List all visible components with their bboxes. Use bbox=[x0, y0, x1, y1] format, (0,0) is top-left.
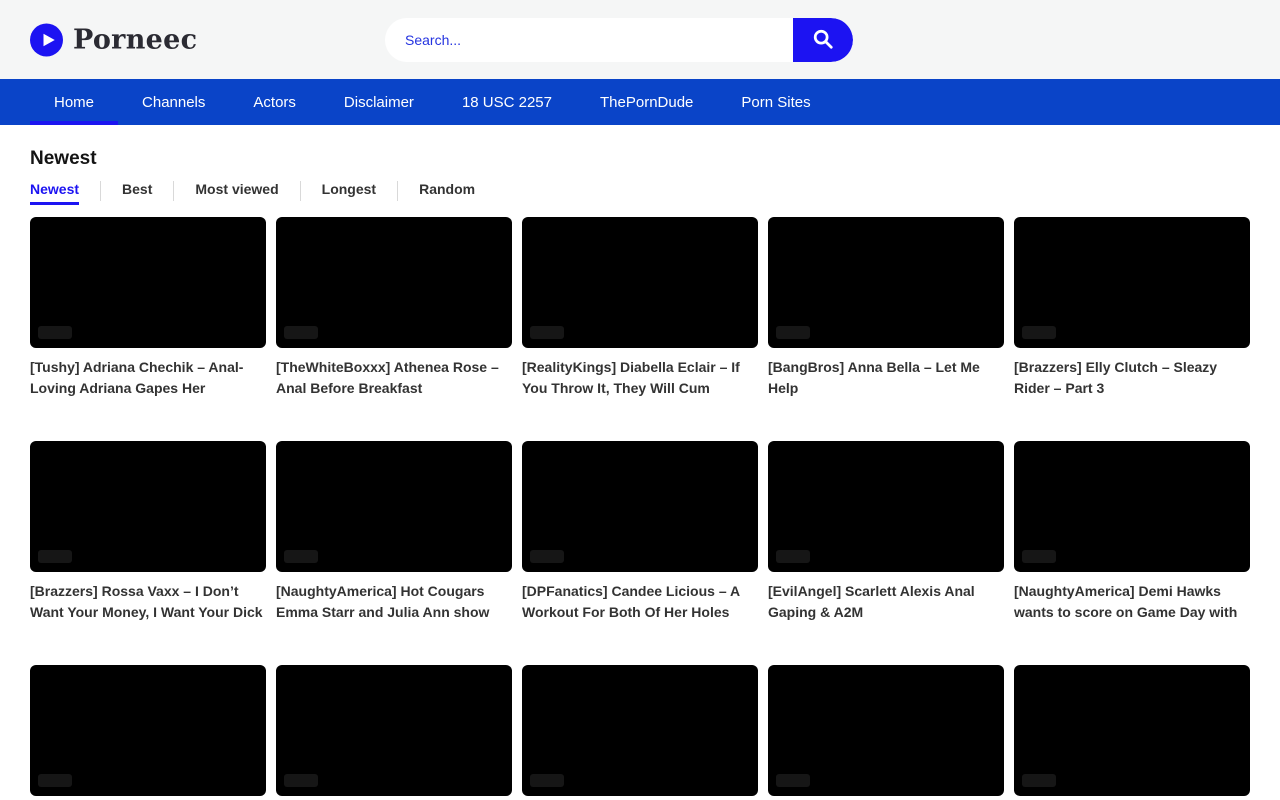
video-thumbnail[interactable] bbox=[30, 665, 266, 796]
video-title[interactable]: [BangBros] Anna Bella – Let Me Help bbox=[768, 357, 1004, 399]
tab-divider bbox=[300, 181, 301, 201]
search-input[interactable] bbox=[385, 18, 793, 62]
video-thumbnail[interactable] bbox=[768, 217, 1004, 348]
video-title[interactable]: [NaughtyAmerica] Demi Hawks wants to sco… bbox=[1014, 581, 1250, 623]
duration-badge bbox=[38, 550, 72, 563]
duration-badge bbox=[530, 774, 564, 787]
duration-badge bbox=[776, 550, 810, 563]
video-card[interactable]: [BangBros] Anna Bella – Let Me Help bbox=[768, 217, 1004, 399]
video-thumbnail[interactable] bbox=[276, 441, 512, 572]
duration-badge bbox=[284, 774, 318, 787]
video-card[interactable] bbox=[276, 665, 512, 800]
brand-logo[interactable]: Porneec bbox=[30, 23, 197, 56]
video-thumbnail[interactable] bbox=[1014, 441, 1250, 572]
video-title[interactable]: [RealityKings] Diabella Eclair – If You … bbox=[522, 357, 758, 399]
site-header: Porneec bbox=[0, 0, 1280, 79]
video-thumbnail[interactable] bbox=[522, 665, 758, 796]
tab-most-viewed[interactable]: Most viewed bbox=[195, 181, 278, 205]
video-thumbnail[interactable] bbox=[1014, 665, 1250, 796]
video-title[interactable]: [Tushy] Adriana Chechik – Anal-Loving Ad… bbox=[30, 357, 266, 399]
duration-badge bbox=[38, 774, 72, 787]
duration-badge bbox=[776, 774, 810, 787]
nav-item-disclaimer[interactable]: Disclaimer bbox=[320, 79, 438, 125]
video-card[interactable] bbox=[522, 665, 758, 800]
video-card[interactable]: [DPFanatics] Candee Licious – A Workout … bbox=[522, 441, 758, 623]
tab-longest[interactable]: Longest bbox=[322, 181, 376, 205]
video-card[interactable] bbox=[1014, 665, 1250, 800]
video-title[interactable]: [NaughtyAmerica] Hot Cougars Emma Starr … bbox=[276, 581, 512, 623]
play-icon bbox=[30, 23, 63, 56]
video-title[interactable]: [DPFanatics] Candee Licious – A Workout … bbox=[522, 581, 758, 623]
main-content: Newest Newest Best Most viewed Longest R… bbox=[0, 125, 1280, 800]
nav-item-channels[interactable]: Channels bbox=[118, 79, 229, 125]
video-card[interactable]: [EvilAngel] Scarlett Alexis Anal Gaping … bbox=[768, 441, 1004, 623]
video-thumbnail[interactable] bbox=[30, 441, 266, 572]
tab-best[interactable]: Best bbox=[122, 181, 152, 205]
video-card[interactable]: [Brazzers] Rossa Vaxx – I Don’t Want You… bbox=[30, 441, 266, 623]
video-grid: [Tushy] Adriana Chechik – Anal-Loving Ad… bbox=[30, 217, 1250, 800]
nav-item-home[interactable]: Home bbox=[30, 79, 118, 125]
video-card[interactable]: [NaughtyAmerica] Demi Hawks wants to sco… bbox=[1014, 441, 1250, 623]
video-card[interactable]: [RealityKings] Diabella Eclair – If You … bbox=[522, 217, 758, 399]
video-card[interactable]: [Tushy] Adriana Chechik – Anal-Loving Ad… bbox=[30, 217, 266, 399]
video-card[interactable] bbox=[768, 665, 1004, 800]
search-button[interactable] bbox=[793, 18, 853, 62]
video-thumbnail[interactable] bbox=[276, 665, 512, 796]
tab-divider bbox=[173, 181, 174, 201]
tab-random[interactable]: Random bbox=[419, 181, 475, 205]
magnifier-icon bbox=[812, 28, 834, 53]
page-title: Newest bbox=[30, 148, 1250, 170]
video-thumbnail[interactable] bbox=[276, 217, 512, 348]
video-thumbnail[interactable] bbox=[1014, 217, 1250, 348]
video-thumbnail[interactable] bbox=[522, 441, 758, 572]
duration-badge bbox=[530, 550, 564, 563]
video-title[interactable]: [Brazzers] Elly Clutch – Sleazy Rider – … bbox=[1014, 357, 1250, 399]
nav-item-theporndude[interactable]: ThePornDude bbox=[576, 79, 717, 125]
video-card[interactable] bbox=[30, 665, 266, 800]
sort-tabs: Newest Best Most viewed Longest Random bbox=[30, 181, 1250, 205]
brand-name: Porneec bbox=[73, 24, 197, 55]
duration-badge bbox=[1022, 550, 1056, 563]
video-thumbnail[interactable] bbox=[768, 665, 1004, 796]
video-title[interactable]: [Brazzers] Rossa Vaxx – I Don’t Want You… bbox=[30, 581, 266, 623]
video-thumbnail[interactable] bbox=[30, 217, 266, 348]
video-thumbnail[interactable] bbox=[768, 441, 1004, 572]
video-thumbnail[interactable] bbox=[522, 217, 758, 348]
nav-item-actors[interactable]: Actors bbox=[229, 79, 320, 125]
tab-divider bbox=[100, 181, 101, 201]
duration-badge bbox=[530, 326, 564, 339]
video-card[interactable]: [Brazzers] Elly Clutch – Sleazy Rider – … bbox=[1014, 217, 1250, 399]
duration-badge bbox=[1022, 774, 1056, 787]
duration-badge bbox=[1022, 326, 1056, 339]
video-card[interactable]: [TheWhiteBoxxx] Athenea Rose – Anal Befo… bbox=[276, 217, 512, 399]
search-bar bbox=[385, 18, 853, 62]
video-title[interactable]: [TheWhiteBoxxx] Athenea Rose – Anal Befo… bbox=[276, 357, 512, 399]
duration-badge bbox=[284, 326, 318, 339]
duration-badge bbox=[284, 550, 318, 563]
video-card[interactable]: [NaughtyAmerica] Hot Cougars Emma Starr … bbox=[276, 441, 512, 623]
nav-item-porn-sites[interactable]: Porn Sites bbox=[717, 79, 834, 125]
tab-newest[interactable]: Newest bbox=[30, 181, 79, 205]
duration-badge bbox=[38, 326, 72, 339]
main-nav: Home Channels Actors Disclaimer 18 USC 2… bbox=[0, 79, 1280, 125]
nav-item-18-usc-2257[interactable]: 18 USC 2257 bbox=[438, 79, 576, 125]
video-title[interactable]: [EvilAngel] Scarlett Alexis Anal Gaping … bbox=[768, 581, 1004, 623]
duration-badge bbox=[776, 326, 810, 339]
tab-divider bbox=[397, 181, 398, 201]
